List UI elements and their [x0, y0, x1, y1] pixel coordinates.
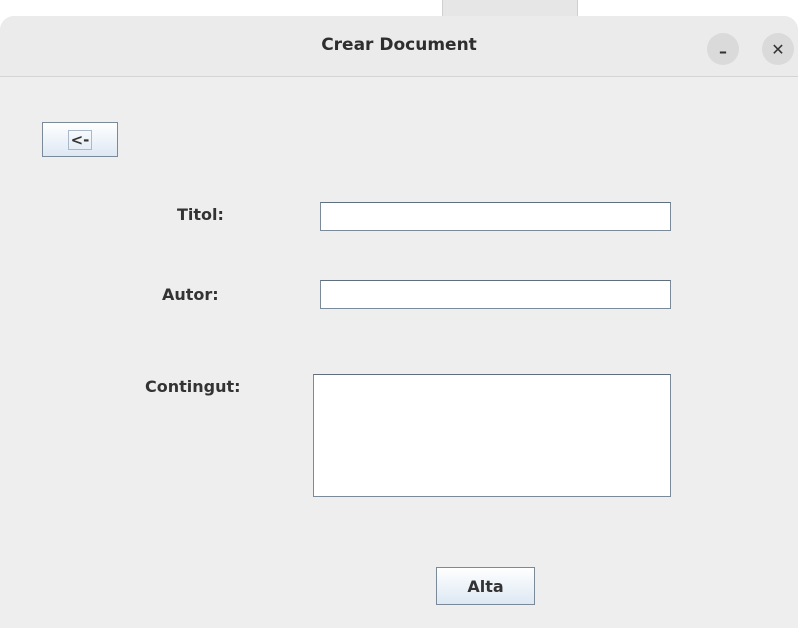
- contingut-field[interactable]: [313, 374, 671, 497]
- title-bar[interactable]: Crear Document – ✕: [0, 16, 798, 77]
- contingut-textarea[interactable]: [314, 375, 670, 496]
- back-button[interactable]: <-: [42, 122, 118, 157]
- autor-label: Autor:: [162, 285, 219, 304]
- crear-document-window: Crear Document – ✕ <- Titol: Autor: Cont…: [0, 16, 798, 628]
- titol-field[interactable]: [320, 202, 671, 231]
- close-button[interactable]: ✕: [762, 33, 794, 65]
- back-button-label: <-: [67, 129, 93, 150]
- autor-input[interactable]: [321, 281, 670, 308]
- titol-input[interactable]: [321, 203, 670, 230]
- minimize-button[interactable]: –: [707, 33, 739, 65]
- autor-field[interactable]: [320, 280, 671, 309]
- titol-label: Titol:: [177, 205, 224, 224]
- minimize-icon: –: [719, 41, 727, 61]
- alta-button[interactable]: Alta: [436, 567, 535, 605]
- window-title: Crear Document: [321, 35, 477, 55]
- close-icon: ✕: [771, 39, 785, 59]
- contingut-label: Contingut:: [145, 377, 241, 396]
